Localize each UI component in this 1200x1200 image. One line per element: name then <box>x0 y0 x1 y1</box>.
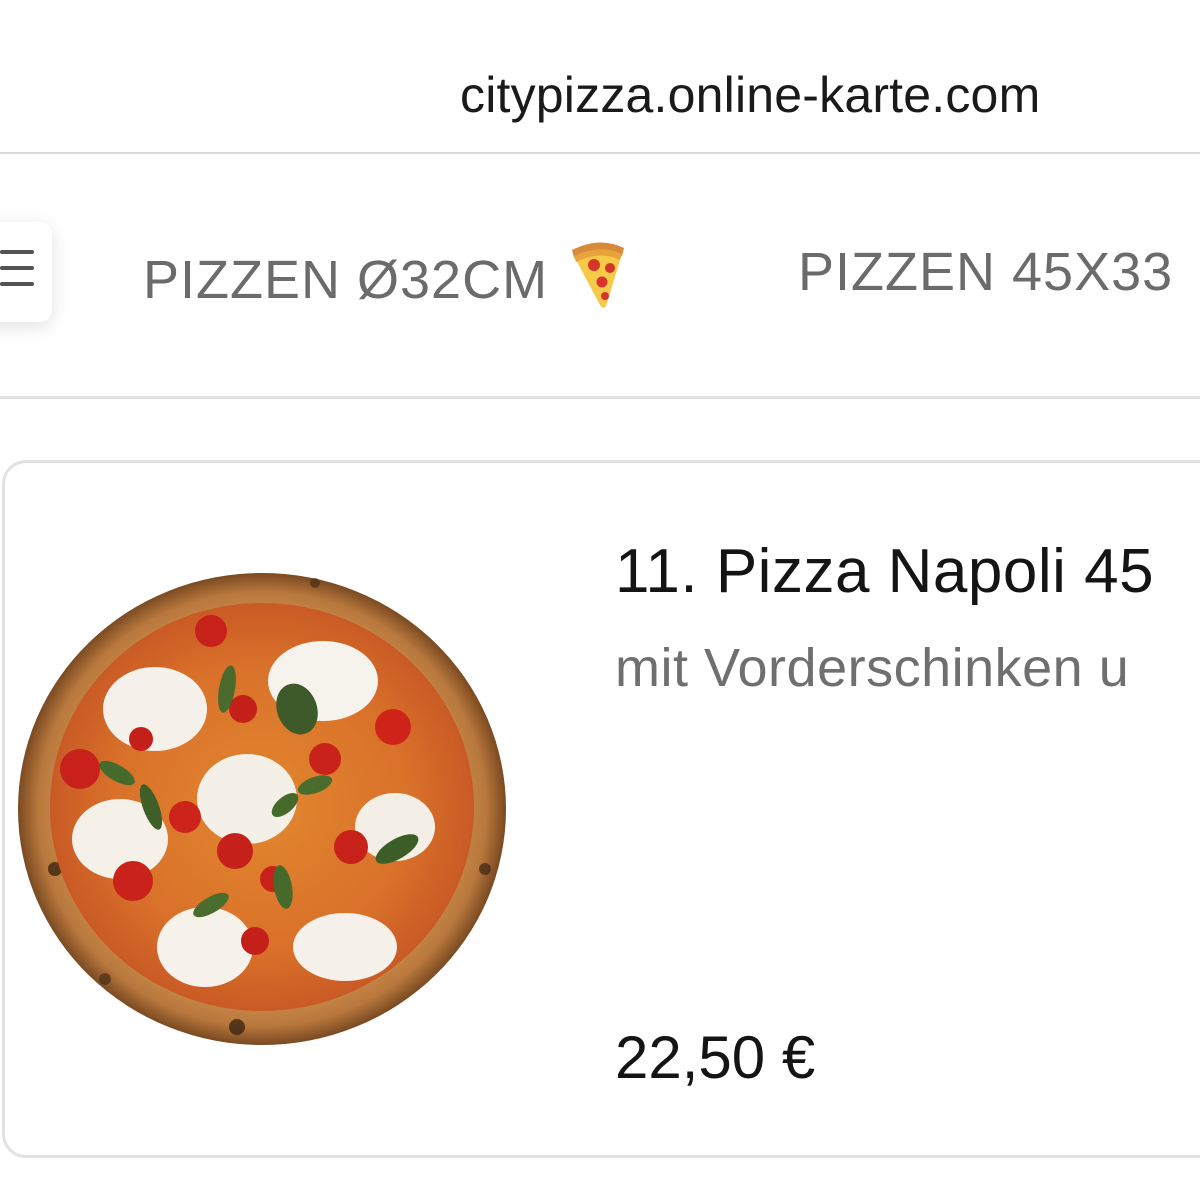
product-image <box>18 573 506 1045</box>
browser-address-bar[interactable]: citypizza.online-karte.com <box>0 0 1200 154</box>
product-price: 22,50 € <box>615 1024 816 1091</box>
page: citypizza.online-karte.com PIZZEN Ø32CM <box>0 0 1200 1200</box>
product-title[interactable]: 11. Pizza Napoli 45 <box>615 533 1154 611</box>
nav-divider <box>0 396 1200 399</box>
tab-pizzen-45x33[interactable]: PIZZEN 45X33 <box>798 238 1173 306</box>
hamburger-menu-icon <box>0 250 34 298</box>
tab-pizzen-32cm[interactable]: PIZZEN Ø32CM <box>143 238 628 314</box>
menu-button[interactable] <box>0 222 52 322</box>
tab-label: PIZZEN Ø32CM <box>143 250 549 310</box>
tab-label: PIZZEN 45X33 <box>798 242 1174 302</box>
category-nav: PIZZEN Ø32CM PIZZEN 45X33 <box>0 154 1200 398</box>
product-card[interactable]: 11. Pizza Napoli 45 mit Vorderschinken u… <box>2 460 1200 1158</box>
pizza-slice-icon <box>572 242 625 308</box>
product-description: mit Vorderschinken u <box>615 638 1130 698</box>
url-text[interactable]: citypizza.online-karte.com <box>460 62 1040 128</box>
